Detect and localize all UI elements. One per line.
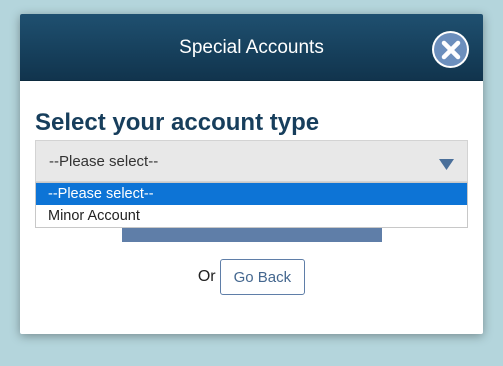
modal-header: Special Accounts	[20, 14, 483, 81]
select-current-value: --Please select--	[49, 153, 159, 170]
account-type-select[interactable]: --Please select--	[35, 140, 468, 182]
account-type-heading: Select your account type	[35, 109, 320, 136]
go-back-button[interactable]: Go Back	[219, 259, 306, 295]
or-text: Or	[197, 268, 216, 285]
account-type-dropdown-list: --Please select-- Minor Account	[35, 182, 468, 228]
close-icon	[434, 33, 467, 66]
option-minor-account[interactable]: Minor Account	[36, 205, 467, 227]
footer-row: Or Go Back	[20, 259, 483, 295]
special-accounts-modal: Special Accounts Select your account typ…	[20, 14, 483, 334]
option-please-select[interactable]: --Please select--	[36, 183, 467, 205]
triangle-down-icon	[439, 157, 454, 175]
close-button[interactable]	[432, 31, 469, 68]
modal-title: Special Accounts	[179, 37, 324, 58]
